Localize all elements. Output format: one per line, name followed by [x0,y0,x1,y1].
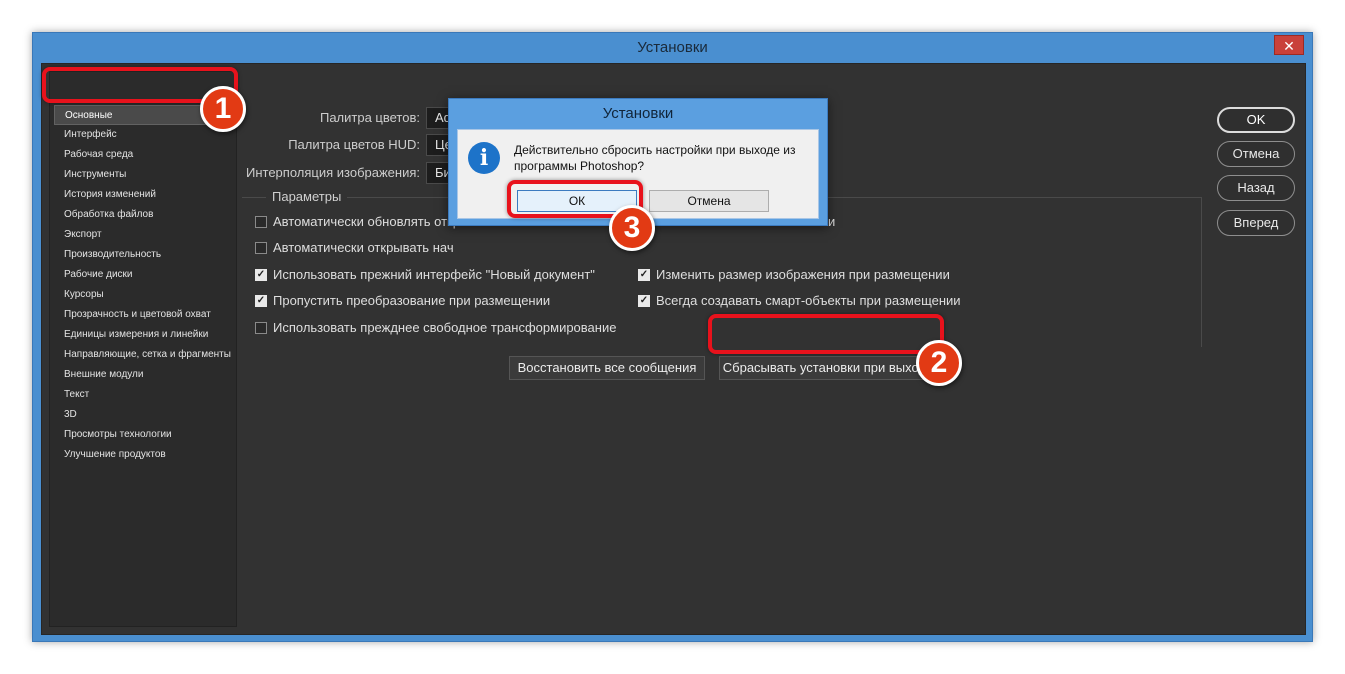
hud-picker-label: Палитра цветов HUD: [288,137,420,152]
sidebar-item-file-handling[interactable]: Обработка файлов [54,205,234,225]
sidebar-item-units[interactable]: Единицы измерения и линейки [54,325,234,345]
sidebar-item-transparency[interactable]: Прозрачность и цветовой охват [54,305,234,325]
ok-button[interactable]: OK [1217,107,1295,133]
dialog-message: Действительно сбросить настройки при вых… [514,143,796,173]
sidebar-item-workspace[interactable]: Рабочая среда [54,145,234,165]
checkbox-checked[interactable]: ✓ [638,269,650,281]
restore-messages-button[interactable]: Восстановить все сообщения [509,356,705,380]
sidebar-item-3d[interactable]: 3D [54,405,234,425]
info-icon: i [468,142,500,174]
step-badge-3: 3 [609,205,655,251]
dialog-cancel-button[interactable]: Отмена [649,190,769,212]
highlight-reset-button [708,314,944,354]
cancel-button[interactable]: Отмена [1217,141,1295,167]
dialog-title: Установки [602,105,674,122]
sidebar: Основные Интерфейс Рабочая среда Инструм… [49,71,237,627]
checkbox-checked[interactable]: ✓ [255,295,267,307]
close-icon[interactable]: ✕ [1274,35,1304,55]
checkbox[interactable] [255,216,267,228]
options-group-title: Параметры [266,189,348,204]
interpolation-label: Интерполяция изображения: [246,165,420,180]
back-button[interactable]: Назад [1217,175,1295,201]
sidebar-item-plugins[interactable]: Внешние модули [54,365,234,385]
checkbox[interactable] [255,242,267,254]
window-title: Установки [637,39,708,56]
sidebar-item-product-improvement[interactable]: Улучшение продуктов [54,445,234,465]
sidebar-item-scratch-disks[interactable]: Рабочие диски [54,265,234,285]
sidebar-item-cursors[interactable]: Курсоры [54,285,234,305]
sidebar-item-export[interactable]: Экспорт [54,225,234,245]
sidebar-item-interface[interactable]: Интерфейс [54,125,234,145]
sidebar-item-type[interactable]: Текст [54,385,234,405]
checkbox[interactable] [255,322,267,334]
step-badge-1: 1 [200,86,246,132]
sidebar-item-history[interactable]: История изменений [54,185,234,205]
sidebar-item-performance[interactable]: Производительность [54,245,234,265]
sidebar-item-tools[interactable]: Инструменты [54,165,234,185]
checkbox-checked[interactable]: ✓ [638,295,650,307]
checkbox-checked[interactable]: ✓ [255,269,267,281]
sidebar-item-tech-previews[interactable]: Просмотры технологии [54,425,234,445]
next-button[interactable]: Вперед [1217,210,1295,236]
reset-on-quit-button[interactable]: Сбрасывать установки при выходе [719,356,937,380]
sidebar-item-guides[interactable]: Направляющие, сетка и фрагменты [54,345,234,365]
color-picker-label: Палитра цветов: [319,110,420,125]
step-badge-2: 2 [916,340,962,386]
